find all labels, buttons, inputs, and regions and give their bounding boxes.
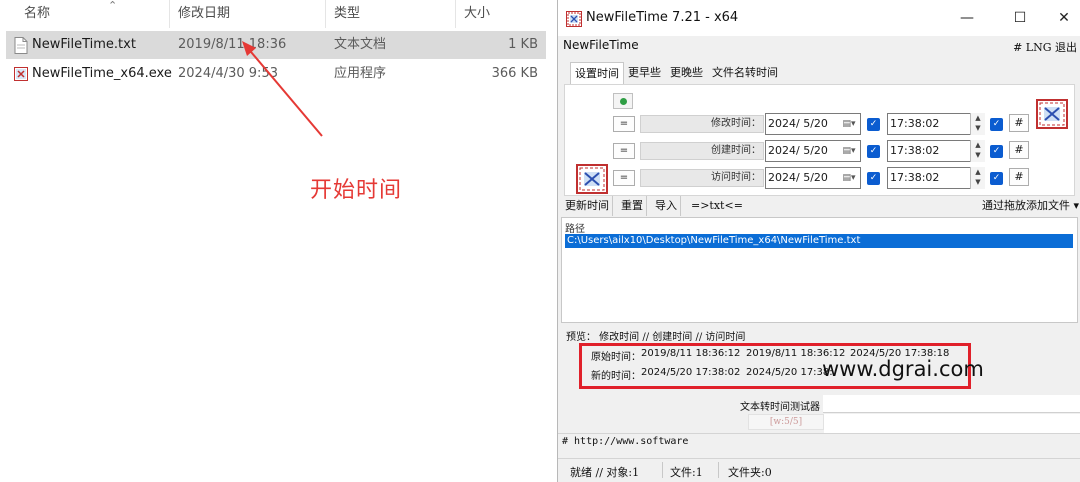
date-value: 2024/ 5/20 [768,144,828,157]
time-value: 17:38:02 [890,117,940,130]
hash-button[interactable]: # [1009,168,1029,186]
app-logo-icon [1036,99,1068,129]
list-item[interactable]: C:\Users\ailx10\Desktop\NewFileTime_x64\… [565,234,1073,248]
created-date-checkbox[interactable]: ✓ [867,145,880,158]
hash-button[interactable]: # [1009,141,1029,159]
modified-date-picker[interactable]: 2024/ 5/20 ▤▾ [765,113,861,135]
status-folders: 文件夹:0 [728,466,772,479]
column-size-label: 大小 [464,6,491,21]
reset-button[interactable]: 重置 [618,196,647,216]
app-name: NewFileTime [563,38,639,52]
homepage-link[interactable]: # http://www.software [562,436,688,447]
file-size: 366 KB [491,66,538,81]
column-header-type[interactable]: 类型 [326,0,456,28]
minimize-button[interactable]: — [945,0,989,36]
annotation-label: 开始时间 [310,178,403,203]
green-dot-button[interactable] [613,93,633,109]
menu-right-items[interactable]: # LNG 退出 [1013,39,1077,55]
time-value: 17:38:02 [890,171,940,184]
status-divider [718,462,719,478]
time-spinner[interactable]: ▲ ▼ [970,113,985,135]
calendar-dropdown-icon[interactable]: ▤▾ [840,170,858,186]
sort-up-icon: ⌃ [108,0,118,12]
hash-button[interactable]: # [1009,114,1029,132]
tester-preview: [w:5/5] [748,414,824,430]
text-to-time-input[interactable] [823,395,1080,413]
file-size: 1 KB [508,37,538,52]
app-logo-icon [576,164,608,194]
created-date-picker[interactable]: 2024/ 5/20 ▤▾ [765,140,861,162]
date-value: 2024/ 5/20 [768,171,828,184]
modified-time-label: 修改时间： [640,115,764,133]
file-explorer: 名称 ⌃ 修改日期 类型 大小 NewFileTime.txt 2019/8/1… [0,0,557,482]
created-time-checkbox[interactable]: ✓ [990,145,1003,158]
date-value: 2024/ 5/20 [768,117,828,130]
accessed-date-picker[interactable]: 2024/ 5/20 ▤▾ [765,167,861,189]
preview-header: 预览： 修改时间 // 创建时间 // 访问时间 [566,332,746,343]
status-bar: 就绪 // 对象:1 文件:1 文件夹:0 [558,458,1080,482]
created-time-label: 创建时间： [640,142,764,160]
accessed-time-input[interactable]: 17:38:02 ▲ ▼ [887,167,985,189]
tab-filename-to-time[interactable]: 文件名转时间 [708,62,782,84]
equal-button[interactable]: = [613,116,635,132]
modified-date-checkbox[interactable]: ✓ [867,118,880,131]
drag-drop-menu[interactable]: 通过拖放添加文件 ▾ [982,196,1079,216]
import-button[interactable]: 导入 [652,196,681,216]
update-time-button[interactable]: 更新时间 [562,196,613,216]
modified-time-checkbox[interactable]: ✓ [990,118,1003,131]
app-exe-icon [14,67,28,81]
newfiletime-window: NewFileTime 7.21 - x64 — ☐ ✕ NewFileTime… [557,0,1080,482]
file-type: 应用程序 [334,66,387,81]
tester-output [824,414,1080,434]
file-list[interactable]: 路径 C:\Users\ailx10\Desktop\NewFileTime_x… [561,217,1078,323]
column-header-date[interactable]: 修改日期 [170,0,326,28]
accessed-time-label: 访问时间： [640,169,764,187]
time-spinner[interactable]: ▲ ▼ [970,140,985,162]
menu-bar: NewFileTime # LNG 退出 [558,36,1080,56]
column-header-size[interactable]: 大小 [456,0,556,28]
annotation-arrow-icon [242,41,323,137]
watermark: www.dgrai.com [822,357,984,381]
tab-later[interactable]: 更晚些 [666,62,707,84]
time-value: 17:38:02 [890,144,940,157]
calendar-dropdown-icon[interactable]: ▤▾ [840,116,858,132]
action-bar: 更新时间 重置 导入 =>txt<= 通过拖放添加文件 ▾ [558,196,1080,216]
accessed-date-checkbox[interactable]: ✓ [867,172,880,185]
file-type: 文本文档 [334,37,387,52]
title-bar[interactable]: NewFileTime 7.21 - x64 — ☐ ✕ [558,0,1080,36]
export-txt-button[interactable]: =>txt<= [688,196,746,216]
created-time-input[interactable]: 17:38:02 ▲ ▼ [887,140,985,162]
tab-set-time[interactable]: 设置时间 [570,62,624,84]
close-button[interactable]: ✕ [1042,0,1080,36]
tab-earlier[interactable]: 更早些 [624,62,665,84]
maximize-button[interactable]: ☐ [998,0,1042,36]
equal-button[interactable]: = [613,143,635,159]
file-name: NewFileTime.txt [32,37,136,52]
window-title: NewFileTime 7.21 - x64 [586,10,739,25]
modified-time-input[interactable]: 17:38:02 ▲ ▼ [887,113,985,135]
accessed-time-checkbox[interactable]: ✓ [990,172,1003,185]
url-bar: # http://www.software [558,433,1080,451]
calendar-dropdown-icon[interactable]: ▤▾ [840,143,858,159]
column-date-label: 修改日期 [178,6,231,21]
time-spinner[interactable]: ▲ ▼ [970,167,985,189]
path-column-header[interactable]: 路径 [565,220,585,235]
column-type-label: 类型 [334,6,361,21]
app-icon [566,11,582,27]
equal-button[interactable]: = [613,170,635,186]
status-divider [662,462,663,478]
column-header-name[interactable]: 名称 ⌃ [16,0,170,28]
text-to-time-tester-label: 文本转时间测试器 [740,402,820,413]
column-name-label: 名称 [24,6,51,21]
text-file-icon [14,37,28,54]
file-name: NewFileTime_x64.exe [32,66,172,81]
status-files: 文件:1 [670,466,703,479]
status-ready: 就绪 // 对象:1 [570,466,640,479]
